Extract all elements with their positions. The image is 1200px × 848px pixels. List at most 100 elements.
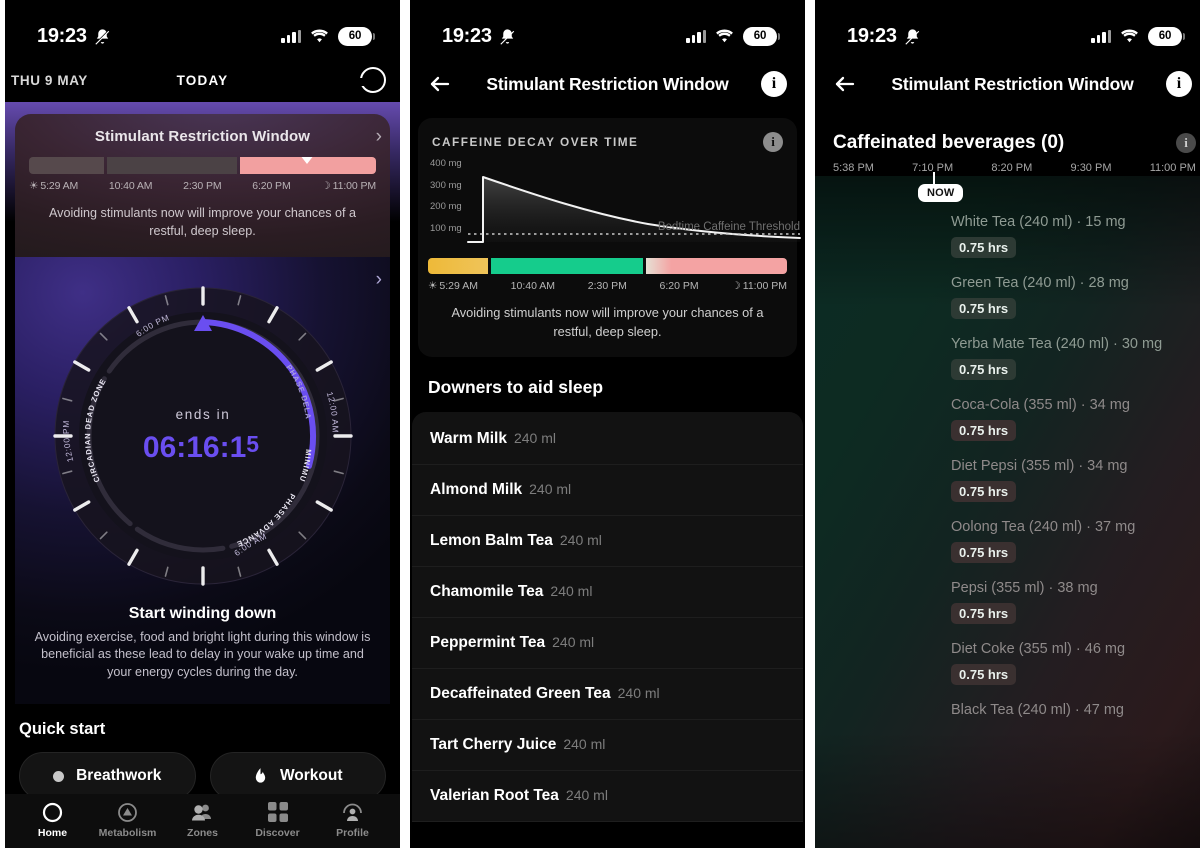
breathwork-label: Breathwork bbox=[76, 767, 162, 785]
info-icon[interactable]: i bbox=[1166, 71, 1192, 97]
list-item[interactable]: Lemon Balm Tea 240 ml bbox=[412, 516, 803, 568]
tab-metabolism-label: Metabolism bbox=[98, 827, 157, 839]
list-item[interactable]: Diet Coke (355 ml) · 46 mg 0.75 hrs bbox=[815, 641, 1200, 698]
status-bar-left: 19:23 bbox=[37, 25, 111, 48]
caffeine-decay-card: CAFFEINE DECAY OVER TIME i 400 mg 300 mg… bbox=[418, 118, 801, 358]
timeline-label-4: ☽ 11:00 PM bbox=[321, 180, 376, 192]
today-label[interactable]: TODAY bbox=[5, 73, 400, 88]
chart-svg: Bedtime Caffeine Threshold bbox=[467, 176, 801, 243]
caffeinated-beverages-list[interactable]: White Tea (240 ml) · 15 mg 0.75 hrs Gree… bbox=[815, 208, 1200, 718]
status-bar-right: 60 bbox=[281, 26, 375, 46]
beverage-name: Oolong Tea (240 ml) · 37 mg bbox=[951, 519, 1136, 535]
list-item[interactable]: Decaffeinated Green Tea 240 ml bbox=[412, 669, 803, 721]
tab-metabolism[interactable]: Metabolism bbox=[90, 801, 165, 839]
list-item[interactable]: White Tea (240 ml) · 15 mg 0.75 hrs bbox=[815, 214, 1200, 271]
info-icon[interactable]: i bbox=[763, 132, 783, 152]
dial-caption: Start winding down bbox=[128, 604, 277, 622]
beverage-duration: 0.75 hrs bbox=[951, 237, 1017, 258]
list-item[interactable]: Pepsi (355 ml) · 38 mg 0.75 hrs bbox=[815, 580, 1200, 637]
progress-ring-icon[interactable] bbox=[359, 67, 386, 93]
tab-profile-label: Profile bbox=[336, 827, 369, 839]
home-scroll-area[interactable]: › Stimulant Restriction Window ☀ 5:29 AM … bbox=[5, 102, 400, 848]
workout-button[interactable]: Workout bbox=[209, 752, 386, 801]
phone-panel-home: 19:23 60 THU 9 MAY TODAY › Stimulant Res… bbox=[5, 0, 400, 848]
timeline-label-3: 6:20 PM bbox=[659, 280, 699, 292]
circadian-dial-svg[interactable]: 6:00 PM 12:00 AM 6:00 AM 12:00 PM PHASE … bbox=[38, 271, 368, 601]
moon-icon: ☽ bbox=[731, 280, 741, 292]
card-title: Stimulant Restriction Window bbox=[94, 128, 311, 145]
info-icon[interactable]: i bbox=[761, 71, 787, 97]
tab-home[interactable]: Home bbox=[15, 801, 90, 839]
downers-list[interactable]: Warm Milk 240 ml Almond Milk 240 ml Lemo… bbox=[412, 412, 803, 823]
list-item[interactable]: Peppermint Tea 240 ml bbox=[412, 618, 803, 670]
wifi-icon bbox=[310, 29, 329, 43]
dial-countdown: 06:16:15 bbox=[142, 431, 258, 464]
list-item[interactable]: Coca-Cola (355 ml) · 34 mg 0.75 hrs bbox=[815, 397, 1200, 454]
timeline-label-4: ☽ 11:00 PM bbox=[731, 280, 787, 292]
breathwork-button[interactable]: Breathwork bbox=[19, 752, 196, 801]
status-bar: 19:23 60 bbox=[815, 0, 1200, 58]
dial-subtext: Avoiding exercise, food and bright light… bbox=[34, 629, 371, 680]
list-item[interactable]: Green Tea (240 ml) · 28 mg 0.75 hrs bbox=[815, 275, 1200, 332]
section-title-downers: Downers to aid sleep bbox=[428, 377, 604, 398]
time-axis-labels: 5:38 PM 7:10 PM 8:20 PM 9:30 PM 11:00 PM bbox=[815, 154, 1200, 174]
card-description: Avoiding stimulants now will improve you… bbox=[48, 206, 357, 239]
list-item[interactable]: Valerian Root Tea 240 ml bbox=[412, 771, 803, 823]
beverage-name: Yerba Mate Tea (240 ml) · 30 mg bbox=[951, 336, 1163, 352]
tab-discover-label: Discover bbox=[255, 827, 300, 839]
phone-panel-caffeinated: 19:23 60 Stimulant Restriction Window i bbox=[815, 0, 1200, 848]
timeline-label-3: 6:20 PM bbox=[252, 180, 291, 192]
list-item[interactable]: Black Tea (240 ml) · 47 mg bbox=[815, 702, 1200, 718]
beverage-duration: 0.75 hrs bbox=[951, 481, 1017, 502]
time-label-4: 11:00 PM bbox=[1149, 162, 1196, 174]
timeline-segment-evening bbox=[645, 258, 787, 274]
bell-off-icon bbox=[499, 28, 516, 45]
timeline-segment-morning bbox=[29, 157, 105, 174]
dial-graphic: 6:00 PM 12:00 AM 6:00 AM 12:00 PM PHASE … bbox=[15, 271, 390, 601]
tab-profile[interactable]: Profile bbox=[315, 801, 390, 839]
list-item[interactable]: Almond Milk 240 ml bbox=[412, 465, 803, 517]
status-bar-left: 19:23 bbox=[442, 25, 516, 48]
list-item[interactable]: Oolong Tea (240 ml) · 37 mg 0.75 hrs bbox=[815, 519, 1200, 576]
timeline-segment-midday bbox=[107, 157, 237, 174]
beverage-name: Black Tea (240 ml) · 47 mg bbox=[951, 702, 1124, 718]
beverage-name: Diet Coke (355 ml) · 46 mg bbox=[951, 641, 1126, 657]
beverage-name: Tart Cherry Juice bbox=[430, 736, 557, 754]
detail-scroll-area[interactable]: CAFFEINE DECAY OVER TIME i 400 mg 300 mg… bbox=[410, 110, 805, 848]
beverage-amount: 240 ml bbox=[552, 634, 595, 651]
list-item[interactable]: Chamomile Tea 240 ml bbox=[412, 567, 803, 619]
bell-off-icon bbox=[94, 28, 111, 45]
flame-icon bbox=[253, 767, 268, 785]
circadian-dial-card[interactable]: › 6:00 PM 12:00 AM 6:00 AM 12:00 PM PHAS… bbox=[15, 256, 390, 705]
moon-icon: ☽ bbox=[321, 180, 331, 192]
status-time: 19:23 bbox=[847, 24, 897, 47]
beverage-name: Chamomile Tea bbox=[430, 583, 544, 601]
wifi-icon bbox=[715, 29, 734, 43]
back-arrow-icon[interactable] bbox=[833, 72, 857, 96]
caffeinated-scroll-area[interactable]: Caffeinated beverages (0) i 5:38 PM 7:10… bbox=[815, 110, 1200, 848]
restriction-timeline-bar bbox=[428, 258, 787, 274]
stimulant-restriction-window-card[interactable]: › Stimulant Restriction Window ☀ 5:29 AM … bbox=[15, 114, 390, 257]
tab-zones[interactable]: Zones bbox=[165, 801, 240, 839]
chevron-right-icon[interactable]: › bbox=[376, 126, 382, 148]
back-arrow-icon[interactable] bbox=[428, 72, 452, 96]
beverage-name: Almond Milk bbox=[430, 481, 523, 499]
now-pill-label: NOW bbox=[918, 184, 964, 202]
nav-bar: Stimulant Restriction Window i bbox=[815, 58, 1200, 110]
list-item[interactable]: Diet Pepsi (355 ml) · 34 mg 0.75 hrs bbox=[815, 458, 1200, 515]
restriction-timeline: ☀ 5:29 AM 10:40 AM 2:30 PM 6:20 PM ☽ 11:00… bbox=[428, 258, 787, 292]
beverage-name: Warm Milk bbox=[430, 430, 507, 448]
timeline-label-1: 10:40 AM bbox=[108, 180, 153, 192]
list-item[interactable]: Tart Cherry Juice 240 ml bbox=[412, 720, 803, 772]
chevron-right-icon[interactable]: › bbox=[376, 269, 382, 291]
chart-header: CAFFEINE DECAY OVER TIME i bbox=[418, 132, 797, 152]
beverage-name: Decaffeinated Green Tea bbox=[430, 685, 611, 703]
beverage-duration: 0.75 hrs bbox=[951, 664, 1017, 685]
status-bar: 19:23 60 bbox=[410, 0, 805, 58]
section-title-caffeinated: Caffeinated beverages (0) bbox=[833, 132, 1065, 153]
info-icon[interactable]: i bbox=[1176, 133, 1196, 153]
list-item[interactable]: Warm Milk 240 ml bbox=[412, 412, 803, 466]
list-item[interactable]: Yerba Mate Tea (240 ml) · 30 mg 0.75 hrs bbox=[815, 336, 1200, 393]
status-bar-left: 19:23 bbox=[847, 25, 921, 48]
tab-discover[interactable]: Discover bbox=[240, 801, 315, 839]
